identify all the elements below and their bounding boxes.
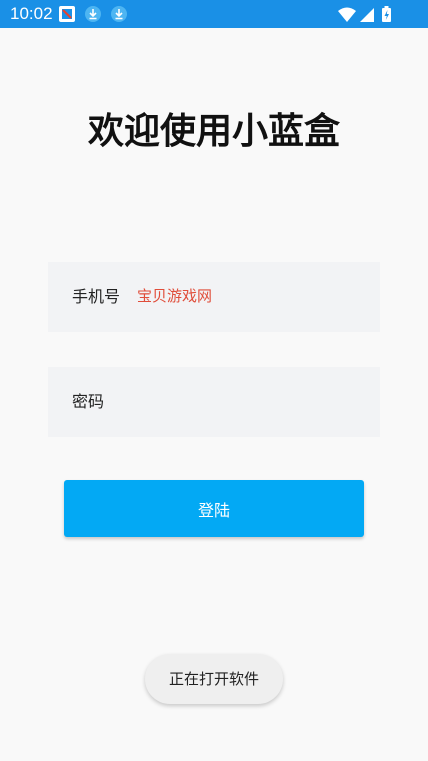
system-status-icons xyxy=(338,6,391,22)
login-button[interactable]: 登陆 xyxy=(64,480,364,537)
phone-input[interactable] xyxy=(136,278,356,314)
battery-charging-icon xyxy=(382,6,391,22)
app-notification-icon xyxy=(59,6,75,22)
download-icon xyxy=(85,6,101,22)
status-bar: 10:02 xyxy=(0,0,428,28)
download-icon xyxy=(111,6,127,22)
status-time: 10:02 xyxy=(10,4,53,23)
password-label: 密码 xyxy=(72,392,105,411)
signal-icon xyxy=(360,8,374,22)
password-input[interactable] xyxy=(136,383,356,419)
page-title: 欢迎使用小蓝盒 xyxy=(87,111,340,152)
phone-label: 手机号 xyxy=(72,287,121,306)
password-field: 密码 xyxy=(48,367,380,437)
wifi-icon xyxy=(338,7,356,22)
toast-message: 正在打开软件 xyxy=(145,654,283,704)
phone-field: 手机号 xyxy=(48,262,380,332)
